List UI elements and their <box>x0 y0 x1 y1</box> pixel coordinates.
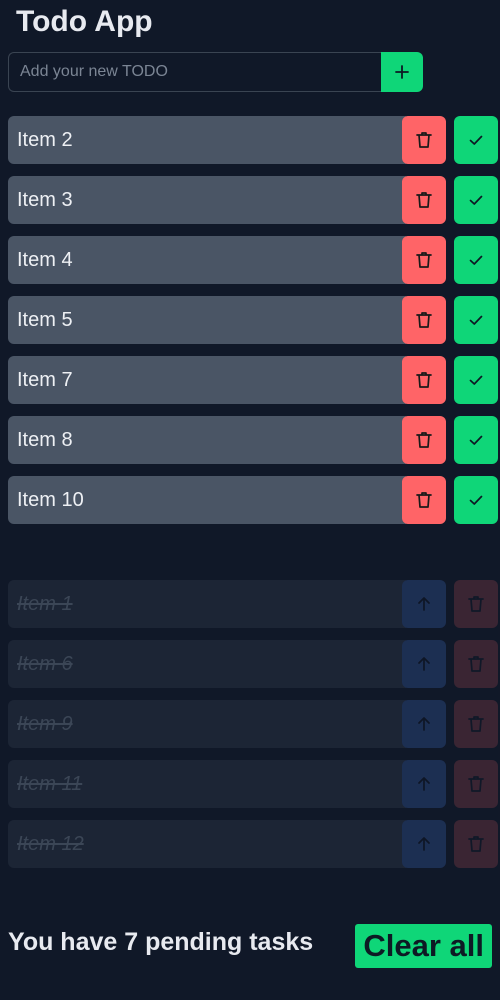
trash-icon <box>466 654 486 674</box>
footer: You have 7 pending tasks Clear all <box>8 922 492 968</box>
todo-label: Item 5 <box>8 296 406 344</box>
delete-todo-button[interactable] <box>454 760 498 808</box>
delete-todo-button[interactable] <box>454 820 498 868</box>
complete-todo-button[interactable] <box>454 356 498 404</box>
delete-todo-button[interactable] <box>402 296 446 344</box>
todo-label: Item 1 <box>8 580 406 628</box>
delete-todo-button[interactable] <box>402 236 446 284</box>
todo-label: Item 3 <box>8 176 406 224</box>
pending-todo-item: Item 7 <box>8 356 500 404</box>
todo-label: Item 9 <box>8 700 406 748</box>
restore-todo-button[interactable] <box>402 760 446 808</box>
delete-todo-button[interactable] <box>454 580 498 628</box>
todo-label: Item 10 <box>8 476 406 524</box>
completed-todo-item: Item 9 <box>8 700 500 748</box>
check-icon <box>466 490 486 510</box>
trash-icon <box>466 834 486 854</box>
add-todo-button[interactable] <box>381 52 423 92</box>
completed-todo-item: Item 11 <box>8 760 500 808</box>
delete-todo-button[interactable] <box>402 476 446 524</box>
trash-icon <box>466 714 486 734</box>
todo-label: Item 12 <box>8 820 406 868</box>
check-icon <box>466 130 486 150</box>
check-icon <box>466 250 486 270</box>
pending-todo-item: Item 2 <box>8 116 500 164</box>
restore-todo-button[interactable] <box>402 820 446 868</box>
clear-all-button[interactable]: Clear all <box>355 924 492 968</box>
trash-icon <box>414 130 434 150</box>
new-todo-input[interactable] <box>8 52 381 92</box>
todo-label: Item 6 <box>8 640 406 688</box>
trash-icon <box>414 490 434 510</box>
check-icon <box>466 430 486 450</box>
new-todo-form <box>8 52 423 92</box>
pending-todo-item: Item 8 <box>8 416 500 464</box>
arrow-up-icon <box>414 714 434 734</box>
complete-todo-button[interactable] <box>454 236 498 284</box>
delete-todo-button[interactable] <box>402 176 446 224</box>
delete-todo-button[interactable] <box>454 700 498 748</box>
arrow-up-icon <box>414 834 434 854</box>
trash-icon <box>466 774 486 794</box>
todo-label: Item 4 <box>8 236 406 284</box>
todo-label: Item 2 <box>8 116 406 164</box>
todo-label: Item 8 <box>8 416 406 464</box>
check-icon <box>466 310 486 330</box>
completed-todo-item: Item 12 <box>8 820 500 868</box>
trash-icon <box>414 430 434 450</box>
app-title: Todo App <box>16 5 153 38</box>
complete-todo-button[interactable] <box>454 296 498 344</box>
todo-label: Item 11 <box>8 760 406 808</box>
complete-todo-button[interactable] <box>454 476 498 524</box>
check-icon <box>466 370 486 390</box>
pending-todo-item: Item 5 <box>8 296 500 344</box>
restore-todo-button[interactable] <box>402 580 446 628</box>
delete-todo-button[interactable] <box>402 116 446 164</box>
completed-todo-item: Item 6 <box>8 640 500 688</box>
trash-icon <box>414 250 434 270</box>
trash-icon <box>466 594 486 614</box>
trash-icon <box>414 190 434 210</box>
pending-todo-item: Item 10 <box>8 476 500 524</box>
delete-todo-button[interactable] <box>402 416 446 464</box>
todo-app: Todo App Item 2Item 3Item 4Item 5Item 7I… <box>0 0 500 1000</box>
complete-todo-button[interactable] <box>454 116 498 164</box>
completed-todo-item: Item 1 <box>8 580 500 628</box>
restore-todo-button[interactable] <box>402 640 446 688</box>
pending-todo-list: Item 2 Item 3 Item 4 Item 5 Item 7 Item 8 Item… <box>8 116 500 536</box>
complete-todo-button[interactable] <box>454 416 498 464</box>
restore-todo-button[interactable] <box>402 700 446 748</box>
pending-count-text: You have 7 pending tasks <box>8 928 314 956</box>
pending-todo-item: Item 3 <box>8 176 500 224</box>
trash-icon <box>414 310 434 330</box>
complete-todo-button[interactable] <box>454 176 498 224</box>
arrow-up-icon <box>414 594 434 614</box>
check-icon <box>466 190 486 210</box>
arrow-up-icon <box>414 654 434 674</box>
arrow-up-icon <box>414 774 434 794</box>
todo-label: Item 7 <box>8 356 406 404</box>
delete-todo-button[interactable] <box>454 640 498 688</box>
trash-icon <box>414 370 434 390</box>
pending-todo-item: Item 4 <box>8 236 500 284</box>
completed-todo-list: Item 1 Item 6 Item 9 Item 11 Item 12 <box>8 580 500 880</box>
delete-todo-button[interactable] <box>402 356 446 404</box>
plus-icon <box>392 62 412 82</box>
